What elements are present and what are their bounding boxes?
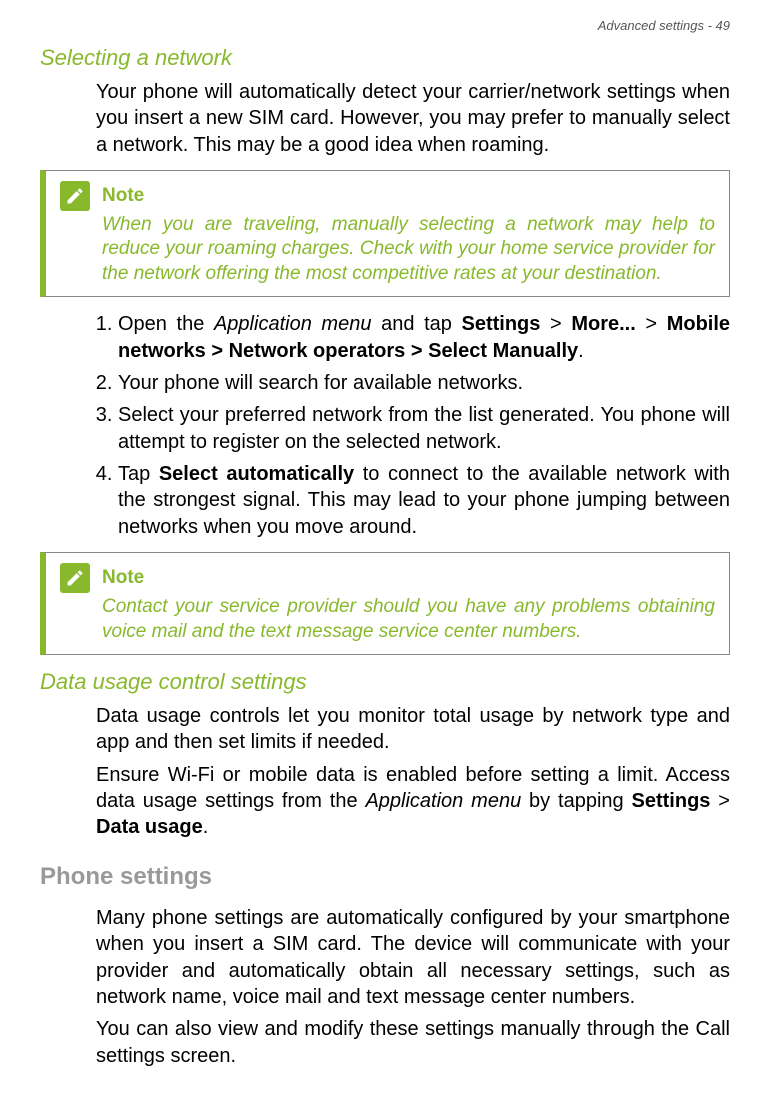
note-title: Note <box>102 567 144 589</box>
p2-text: . <box>203 816 209 838</box>
step-text: Tap <box>118 463 159 485</box>
step-3: Select your preferred network from the l… <box>118 402 730 455</box>
step-text-bold: More... <box>571 313 635 335</box>
p2-text: > <box>710 790 730 812</box>
running-header: Advanced settings - 49 <box>40 18 730 33</box>
heading-phone-settings: Phone settings <box>40 863 730 891</box>
subheading-data-usage: Data usage control settings <box>40 669 730 695</box>
step-4: Tap Select automatically to connect to t… <box>118 461 730 540</box>
note-body: Contact your service provider should you… <box>102 595 715 644</box>
step-text: Open the <box>118 313 214 335</box>
data-usage-p1: Data usage controls let you monitor tota… <box>96 703 730 756</box>
phone-settings-p1: Many phone settings are automatically co… <box>96 905 730 1011</box>
step-text: > <box>540 313 571 335</box>
p2-text-bold: Settings <box>632 790 711 812</box>
data-usage-p2: Ensure Wi-Fi or mobile data is enabled b… <box>96 762 730 841</box>
p2-text: by tapping <box>521 790 631 812</box>
pencil-icon <box>60 181 90 211</box>
note-title: Note <box>102 185 144 207</box>
steps-list: Open the Application menu and tap Settin… <box>96 311 730 540</box>
note-box-roaming: Note When you are traveling, manually se… <box>40 170 730 297</box>
step-text-bold: Settings <box>461 313 540 335</box>
step-text-bold: Select automatically <box>159 463 354 485</box>
step-2: Your phone will search for available net… <box>118 370 730 396</box>
note-body: When you are traveling, manually selecti… <box>102 213 715 286</box>
subheading-selecting-network: Selecting a network <box>40 45 730 71</box>
phone-settings-p2: You can also view and modify these setti… <box>96 1016 730 1069</box>
pencil-icon <box>60 563 90 593</box>
step-text-italic: Application menu <box>214 313 372 335</box>
step-text: and tap <box>371 313 461 335</box>
intro-paragraph: Your phone will automatically detect you… <box>96 79 730 158</box>
step-1: Open the Application menu and tap Settin… <box>118 311 730 364</box>
p2-text-italic: Application menu <box>365 790 521 812</box>
p2-text-bold: Data usage <box>96 816 203 838</box>
note-box-service-provider: Note Contact your service provider shoul… <box>40 552 730 655</box>
step-text: . <box>578 340 584 362</box>
step-text: > <box>636 313 667 335</box>
